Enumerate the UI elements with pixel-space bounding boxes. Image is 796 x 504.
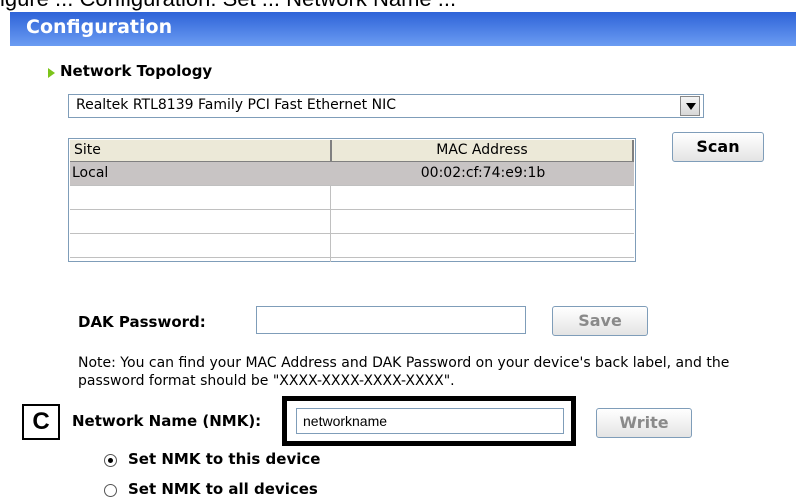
mac-cell (332, 186, 634, 189)
table-row[interactable] (70, 186, 634, 210)
section-arrow-icon (48, 68, 55, 78)
mac-cell (332, 210, 634, 213)
window-title: Configuration (26, 16, 173, 38)
callout-c-label: C (22, 404, 60, 440)
network-topology-heading: Network Topology (60, 62, 213, 80)
save-button[interactable]: Save (552, 306, 648, 336)
mac-cell: 00:02:cf:74:e9:1b (420, 165, 546, 181)
chevron-down-icon[interactable] (680, 96, 700, 116)
set-nmk-all-devices-label[interactable]: Set NMK to all devices (128, 480, 318, 498)
column-header-site[interactable]: Site (70, 140, 332, 162)
dak-password-label: DAK Password: (78, 313, 206, 331)
adapter-select-value: Realtek RTL8139 Family PCI Fast Ethernet… (76, 97, 396, 113)
column-header-mac-address[interactable]: MAC Address (332, 140, 634, 162)
scan-button[interactable]: Scan (672, 132, 764, 162)
figure-caption: igure ... Configuration: Set ... Network… (0, 0, 456, 12)
set-nmk-this-device-label[interactable]: Set NMK to this device (128, 450, 320, 468)
set-nmk-this-device-radio[interactable] (104, 454, 117, 467)
write-button[interactable]: Write (596, 408, 692, 438)
column-divider (330, 186, 331, 262)
dak-password-input[interactable] (256, 306, 526, 334)
table-row[interactable] (70, 210, 634, 234)
mac-cell (332, 234, 634, 237)
set-nmk-all-devices-radio[interactable] (104, 484, 117, 497)
table-row[interactable]: Local 00:02:cf:74:e9:1b (70, 162, 634, 186)
network-name-input[interactable] (296, 408, 564, 434)
table-row[interactable] (70, 234, 634, 258)
network-name-label: Network Name (NMK): (72, 412, 262, 430)
site-cell: Local (72, 165, 109, 181)
note-text: Note: You can find your MAC Address and … (78, 355, 730, 389)
